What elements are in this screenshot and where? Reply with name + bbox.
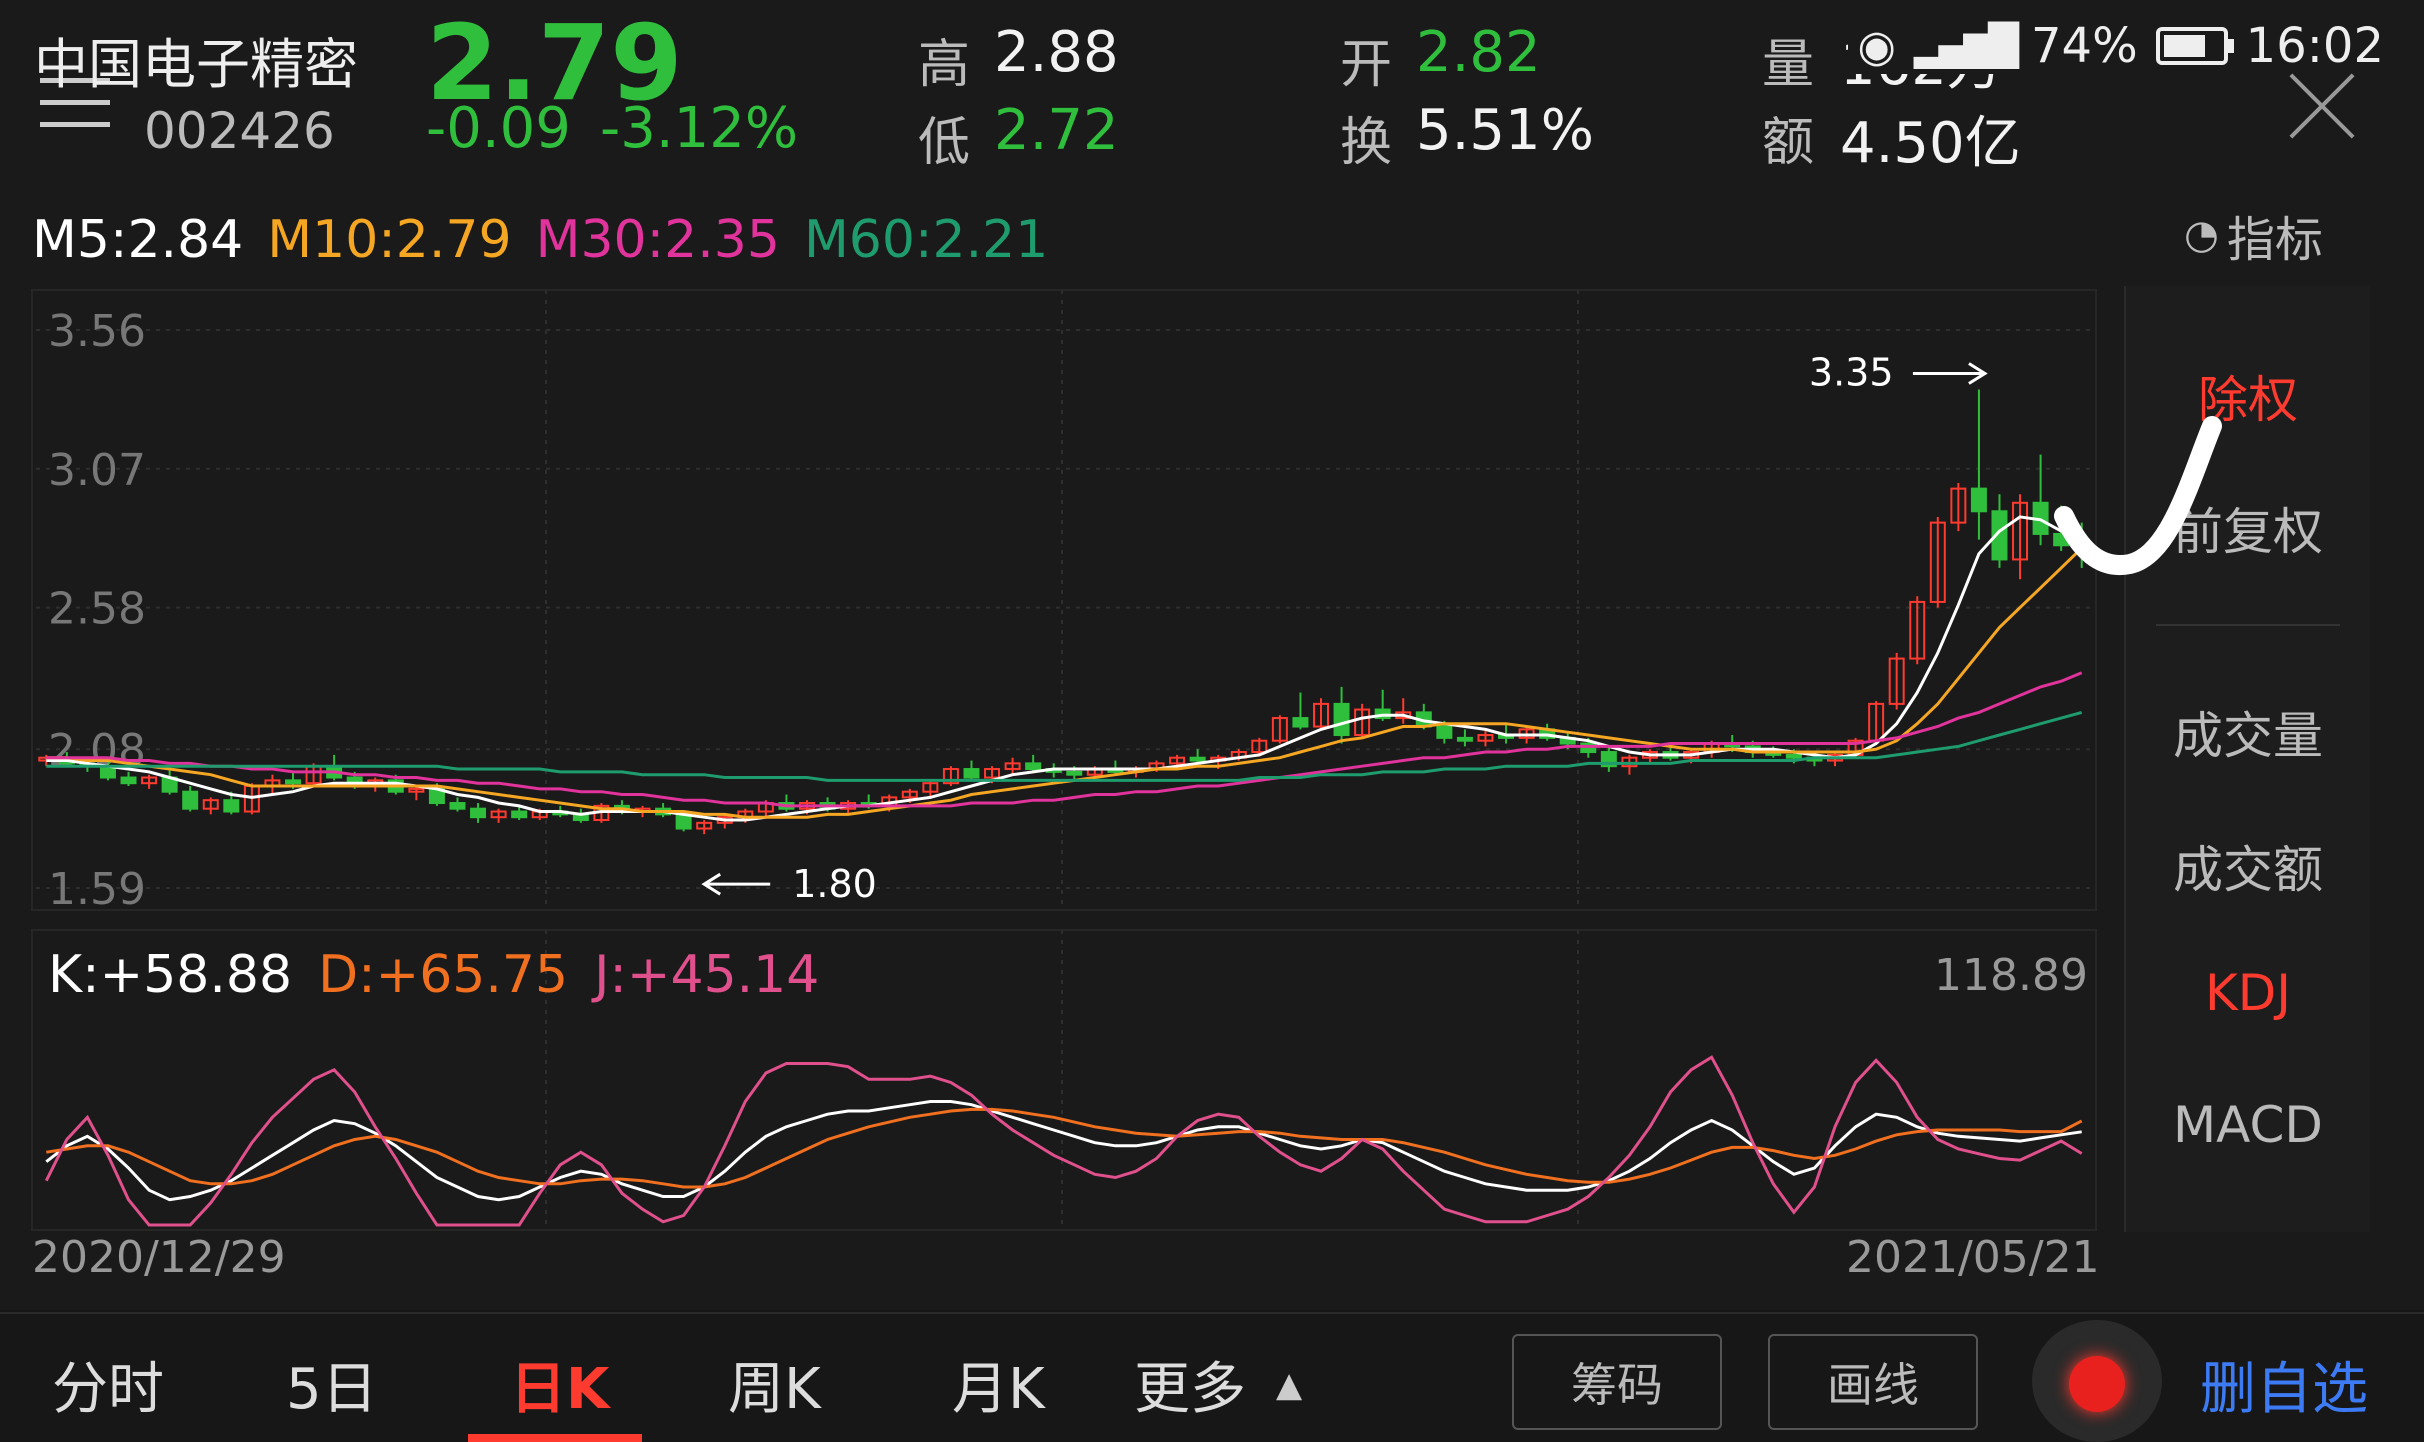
status-bar: ◉ ▂▄▆█ 74% 16:02 xyxy=(1847,18,2384,74)
open-label: 开 xyxy=(1340,35,1393,95)
high-label: 高 xyxy=(918,35,971,95)
open-value: 2.82 xyxy=(1416,20,1541,85)
panel-divider xyxy=(2156,624,2340,626)
candle-body xyxy=(1785,753,1802,759)
candle-body xyxy=(470,807,487,819)
stock-code: 002426 xyxy=(144,102,335,160)
kdj-max-label: 118.89 xyxy=(1934,950,2088,1001)
macd-option[interactable]: MACD xyxy=(2126,1096,2370,1154)
k-legend: K:+58.88 xyxy=(48,945,293,1005)
clock: 16:02 xyxy=(2245,18,2384,74)
low-value: 2.72 xyxy=(994,98,1119,163)
hand-drawn-check-mark xyxy=(2054,416,2222,576)
amount-value: 4.50亿 xyxy=(1840,111,2021,176)
low-label: 低 xyxy=(918,113,971,173)
candle-body xyxy=(1189,756,1206,762)
price-tick-label: 2.58 xyxy=(48,584,146,635)
tab-5day[interactable]: 5日 xyxy=(286,1344,378,1425)
candle-body xyxy=(1333,702,1350,737)
active-tab-underline xyxy=(468,1434,642,1442)
price-change-pct: -3.12% xyxy=(600,96,799,161)
tab-more[interactable]: 更多 ▲ xyxy=(1134,1344,1302,1425)
battery-icon xyxy=(2155,27,2234,65)
period-tab-bar: 分时 5日 日K 周K 月K 更多 ▲ 筹码 画线 删自选 xyxy=(0,1312,2424,1442)
remove-watchlist-button[interactable]: 删自选 xyxy=(2200,1344,2368,1425)
candle-body xyxy=(449,802,466,810)
candle-body xyxy=(223,799,240,813)
candle-body xyxy=(1970,487,1987,513)
kline-chart-area[interactable]: M5:2.84 M10:2.79 M30:2.35 M60:2.21 ◔ 指标 … xyxy=(0,180,2424,1310)
price-pane-border xyxy=(31,289,2097,911)
price-tick-label: 1.59 xyxy=(48,864,146,915)
kdj-legend: K:+58.88 D:+65.75 J:+45.14 xyxy=(48,945,819,1005)
low-price-marker: 1.80 xyxy=(792,862,877,906)
price-change: -0.09 xyxy=(426,96,571,161)
signal-icon: ▂▄▆█ xyxy=(1913,23,2019,69)
tab-intraday[interactable]: 分时 xyxy=(52,1344,164,1425)
tab-weekly-k[interactable]: 周K xyxy=(728,1344,821,1425)
close-icon[interactable] xyxy=(2286,70,2358,142)
kdj-option[interactable]: KDJ xyxy=(2126,964,2370,1022)
price-tick-label: 3.07 xyxy=(48,445,146,496)
kline-svg[interactable]: 3.563.072.582.081.59 3.351.80 xyxy=(0,180,2110,1310)
candle-body xyxy=(182,790,199,810)
draw-line-button[interactable]: 画线 xyxy=(1768,1334,1978,1430)
candle-body xyxy=(1066,770,1083,776)
d-line xyxy=(46,1107,2083,1189)
gauge-icon: ◔ xyxy=(2184,212,2219,258)
turnover-label: 换 xyxy=(1340,113,1393,173)
tab-monthly-k[interactable]: 月K xyxy=(952,1344,1045,1425)
stock-name: 中国电子精密 xyxy=(34,33,358,96)
candle-body xyxy=(1436,725,1453,739)
d-legend: D:+65.75 xyxy=(318,945,569,1005)
volume-option[interactable]: 成交量 xyxy=(2126,696,2370,768)
candle-body xyxy=(1456,736,1473,742)
amount-label: 额 xyxy=(1762,113,1815,173)
volume-label: 量 xyxy=(1762,35,1815,95)
tab-daily-k[interactable]: 日K xyxy=(510,1344,609,1425)
price-tick-label: 3.56 xyxy=(48,306,146,357)
candle-body xyxy=(1292,717,1309,728)
date-start: 2020/12/29 xyxy=(32,1232,286,1283)
high-value: 2.88 xyxy=(994,20,1119,85)
eye-icon: ◉ xyxy=(1857,20,1896,72)
caret-up-icon: ▲ xyxy=(1276,1364,1303,1405)
candle-body xyxy=(1025,762,1042,771)
turnover-value: 5.51% xyxy=(1416,98,1594,163)
indicator-label: 指标 xyxy=(2226,212,2323,268)
quote-header: 中国电子精密 002426 2.79 -0.09 -3.12% 高 2.88 低… xyxy=(0,0,2424,180)
tab-more-label: 更多 xyxy=(1134,1357,1246,1422)
candle-body xyxy=(963,768,980,779)
chips-button[interactable]: 筹码 xyxy=(1512,1334,1722,1430)
amount-option[interactable]: 成交额 xyxy=(2126,830,2370,902)
candle-body xyxy=(285,779,301,785)
indicator-button[interactable]: ◔ 指标 xyxy=(2184,200,2323,270)
battery-percent: 74% xyxy=(2030,18,2138,74)
high-price-marker: 3.35 xyxy=(1809,350,1894,394)
candle-body xyxy=(120,776,137,785)
j-legend: J:+45.14 xyxy=(594,945,820,1005)
date-end: 2021/05/21 xyxy=(1846,1232,2100,1283)
candle-body xyxy=(511,810,528,819)
record-button-icon[interactable] xyxy=(2032,1320,2162,1442)
